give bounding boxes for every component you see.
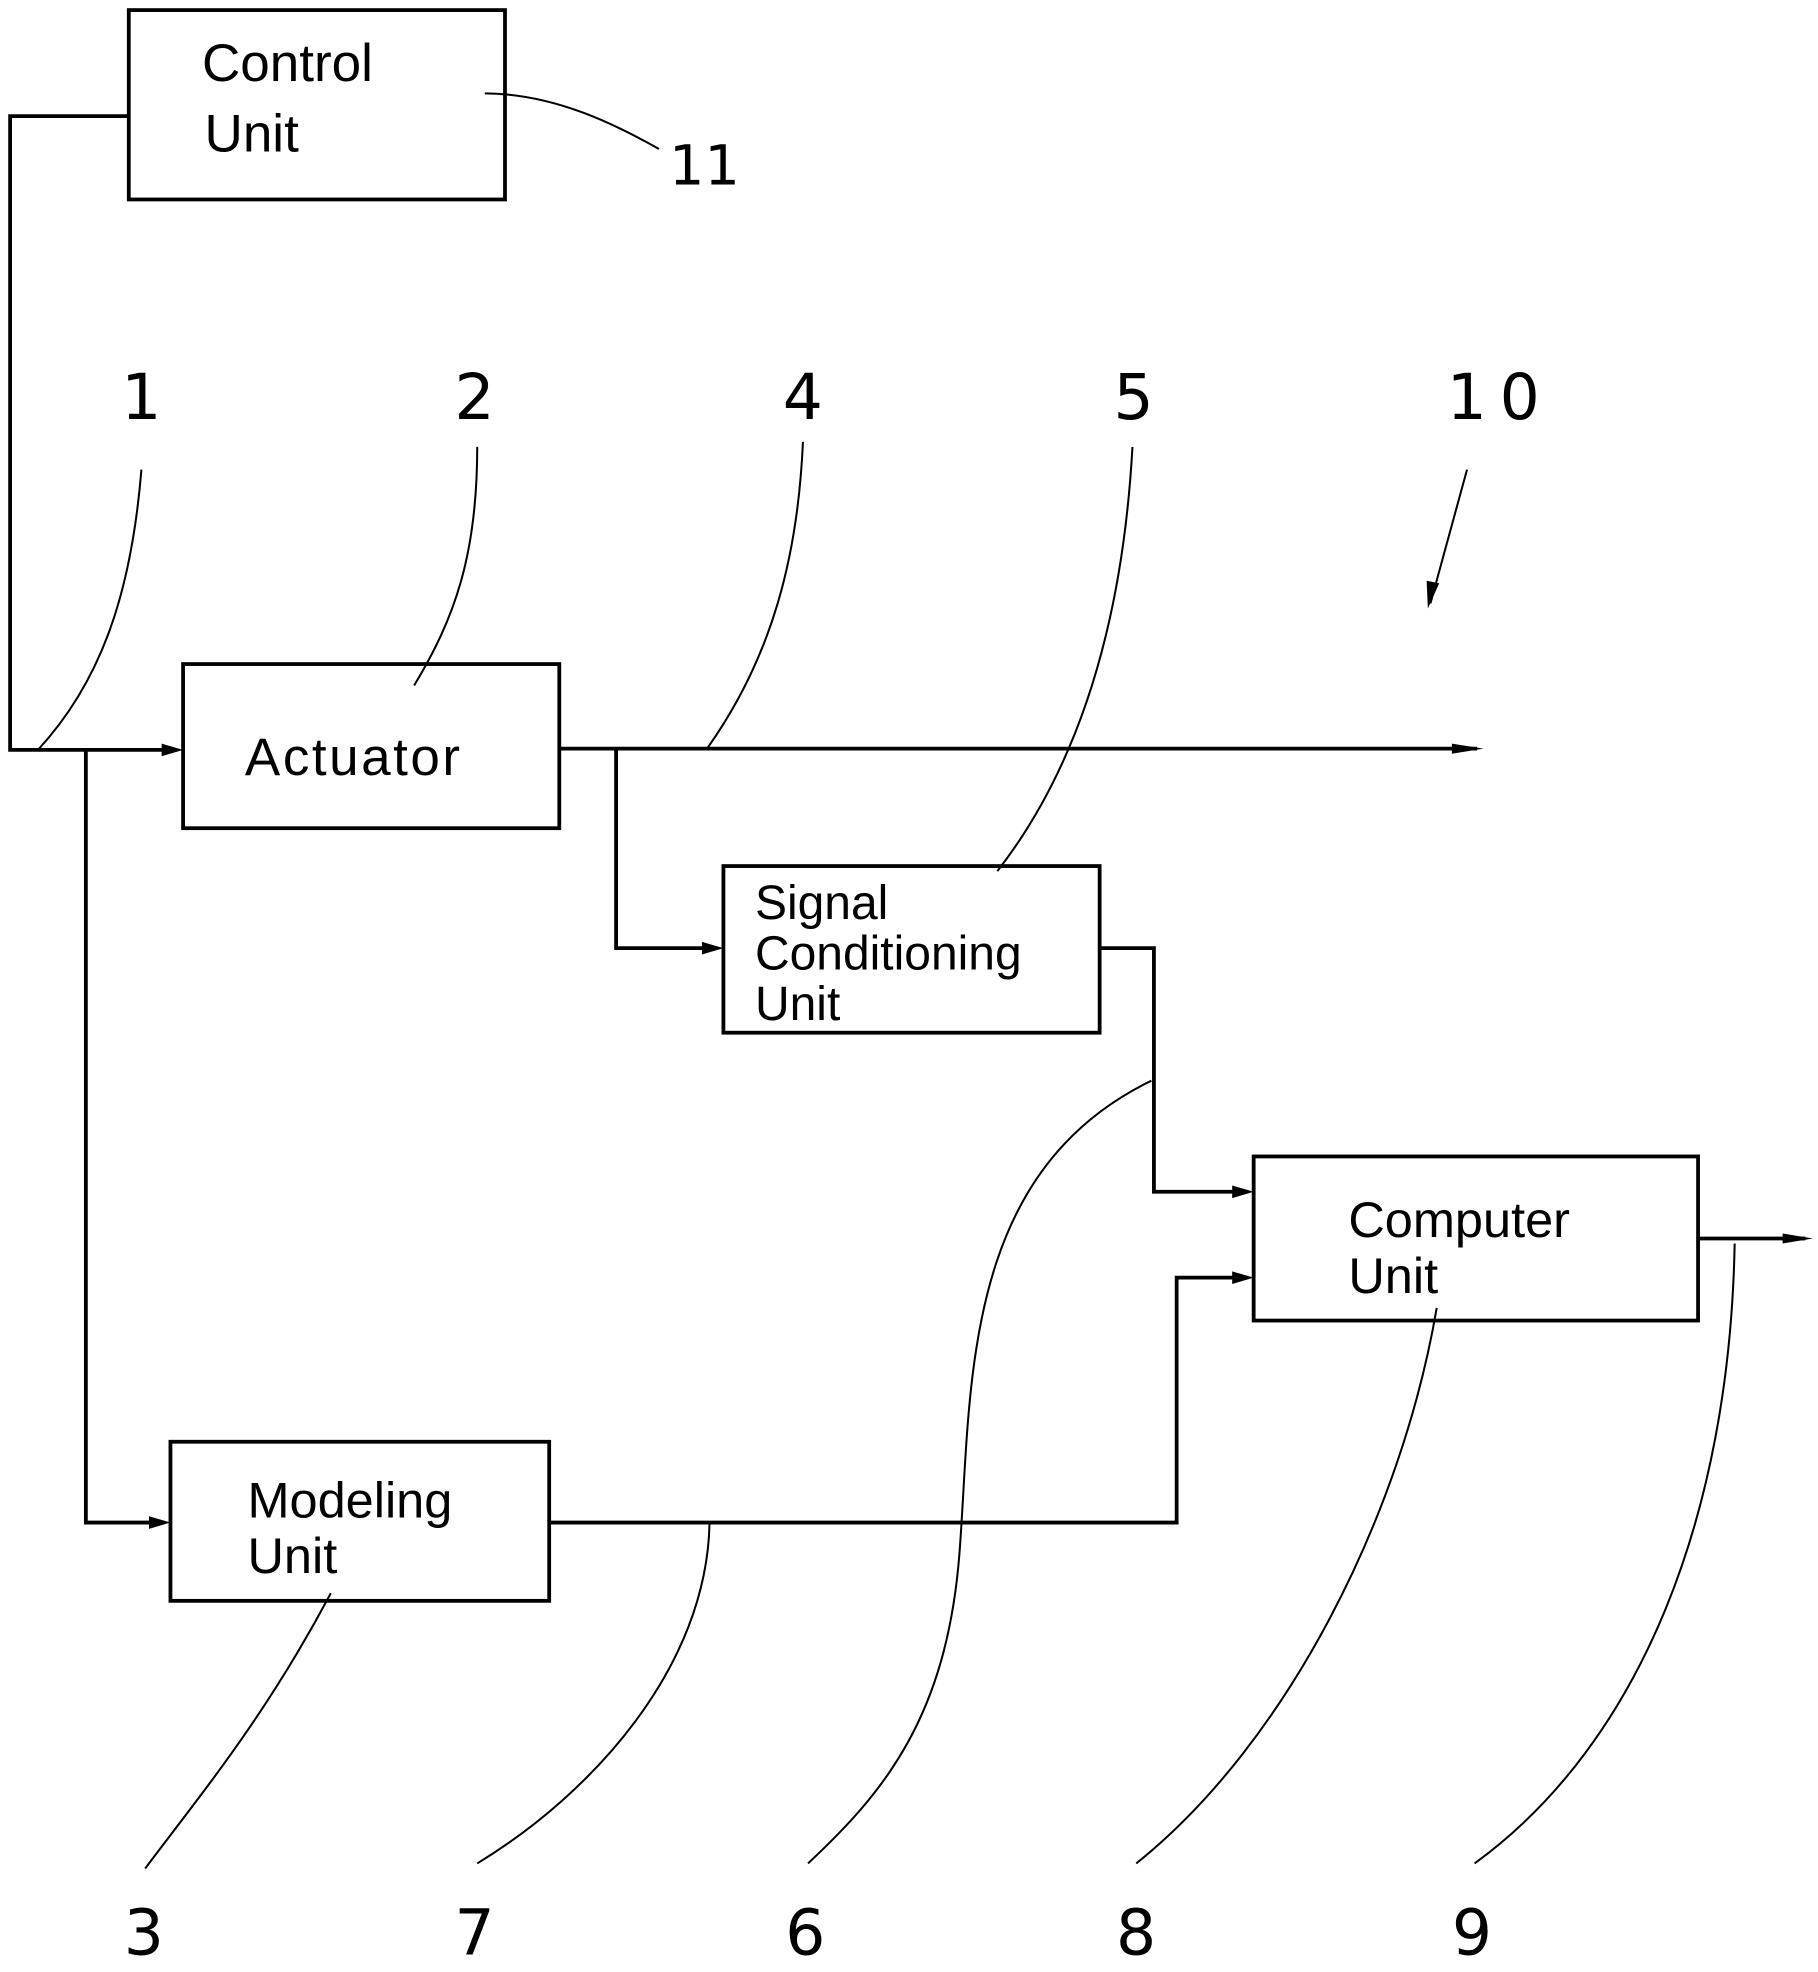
modeling-to-computer-wire bbox=[549, 1275, 1248, 1525]
modeling-unit-block: Modeling Unit bbox=[168, 1439, 552, 1603]
signal-conditioning-input-arrowhead bbox=[701, 941, 724, 955]
ref-8: 8 bbox=[1116, 1895, 1156, 1969]
leader-8 bbox=[1135, 1307, 1438, 1865]
ref-3: 3 bbox=[124, 1895, 164, 1969]
modeling-input-arrowhead bbox=[148, 1516, 171, 1529]
control-unit-label-line1: Control bbox=[202, 34, 373, 93]
signal-conditioning-label-line3: Unit bbox=[755, 978, 840, 1031]
computer-unit-label-line1: Computer bbox=[1348, 1191, 1570, 1248]
leader-1 bbox=[37, 469, 143, 751]
input-to-modeling-wire bbox=[83, 749, 165, 1525]
control-unit-label-line2: Unit bbox=[205, 104, 300, 163]
leader-2 bbox=[413, 446, 479, 687]
modeling-unit-label-line1: Modeling bbox=[247, 1472, 452, 1529]
modeling-unit-label-line2: Unit bbox=[247, 1527, 337, 1584]
computer-output-arrowhead bbox=[1782, 1233, 1813, 1244]
ref-6: 6 bbox=[785, 1895, 825, 1969]
computer-input-1-arrowhead bbox=[1232, 1185, 1254, 1199]
ref-4: 4 bbox=[783, 360, 823, 434]
actuator-label: Actuator bbox=[245, 728, 463, 787]
leader-6 bbox=[807, 1079, 1152, 1865]
leader-4 bbox=[706, 441, 804, 750]
computer-input-2-arrowhead bbox=[1232, 1271, 1254, 1284]
signal-conditioning-unit-block: Signal Conditioning Unit bbox=[721, 864, 1102, 1035]
leader-5 bbox=[996, 446, 1134, 872]
control-unit-block: Control Unit bbox=[126, 8, 507, 202]
system-pointer-arrowhead bbox=[1426, 580, 1440, 609]
leader-3 bbox=[144, 1592, 332, 1870]
leader-9 bbox=[1473, 1243, 1736, 1865]
computer-unit-label-line2: Unit bbox=[1348, 1247, 1438, 1304]
ref-5: 5 bbox=[1114, 360, 1154, 434]
leader-11 bbox=[484, 92, 660, 150]
ref-7: 7 bbox=[455, 1895, 495, 1969]
ref-2: 2 bbox=[455, 360, 495, 434]
actuator-to-signal-conditioning-wire bbox=[614, 748, 718, 951]
actuator-output-arrowhead bbox=[1451, 743, 1484, 754]
ref-11: 11 bbox=[669, 133, 740, 198]
signal-conditioning-label-line2: Conditioning bbox=[755, 928, 1022, 981]
ref-9: 9 bbox=[1452, 1895, 1492, 1969]
actuator-input-arrowhead bbox=[161, 743, 184, 757]
computer-unit-block: Computer Unit bbox=[1251, 1154, 1700, 1323]
actuator-block: Actuator bbox=[181, 662, 562, 831]
signal-conditioning-label-line1: Signal bbox=[755, 877, 888, 930]
ref-1: 1 bbox=[121, 360, 161, 434]
ref-10: 10 bbox=[1447, 360, 1553, 434]
signal-conditioning-to-computer-wire bbox=[1099, 946, 1248, 1194]
block-diagram: Control Unit Actuator Signal Conditionin… bbox=[8, 8, 1813, 1969]
